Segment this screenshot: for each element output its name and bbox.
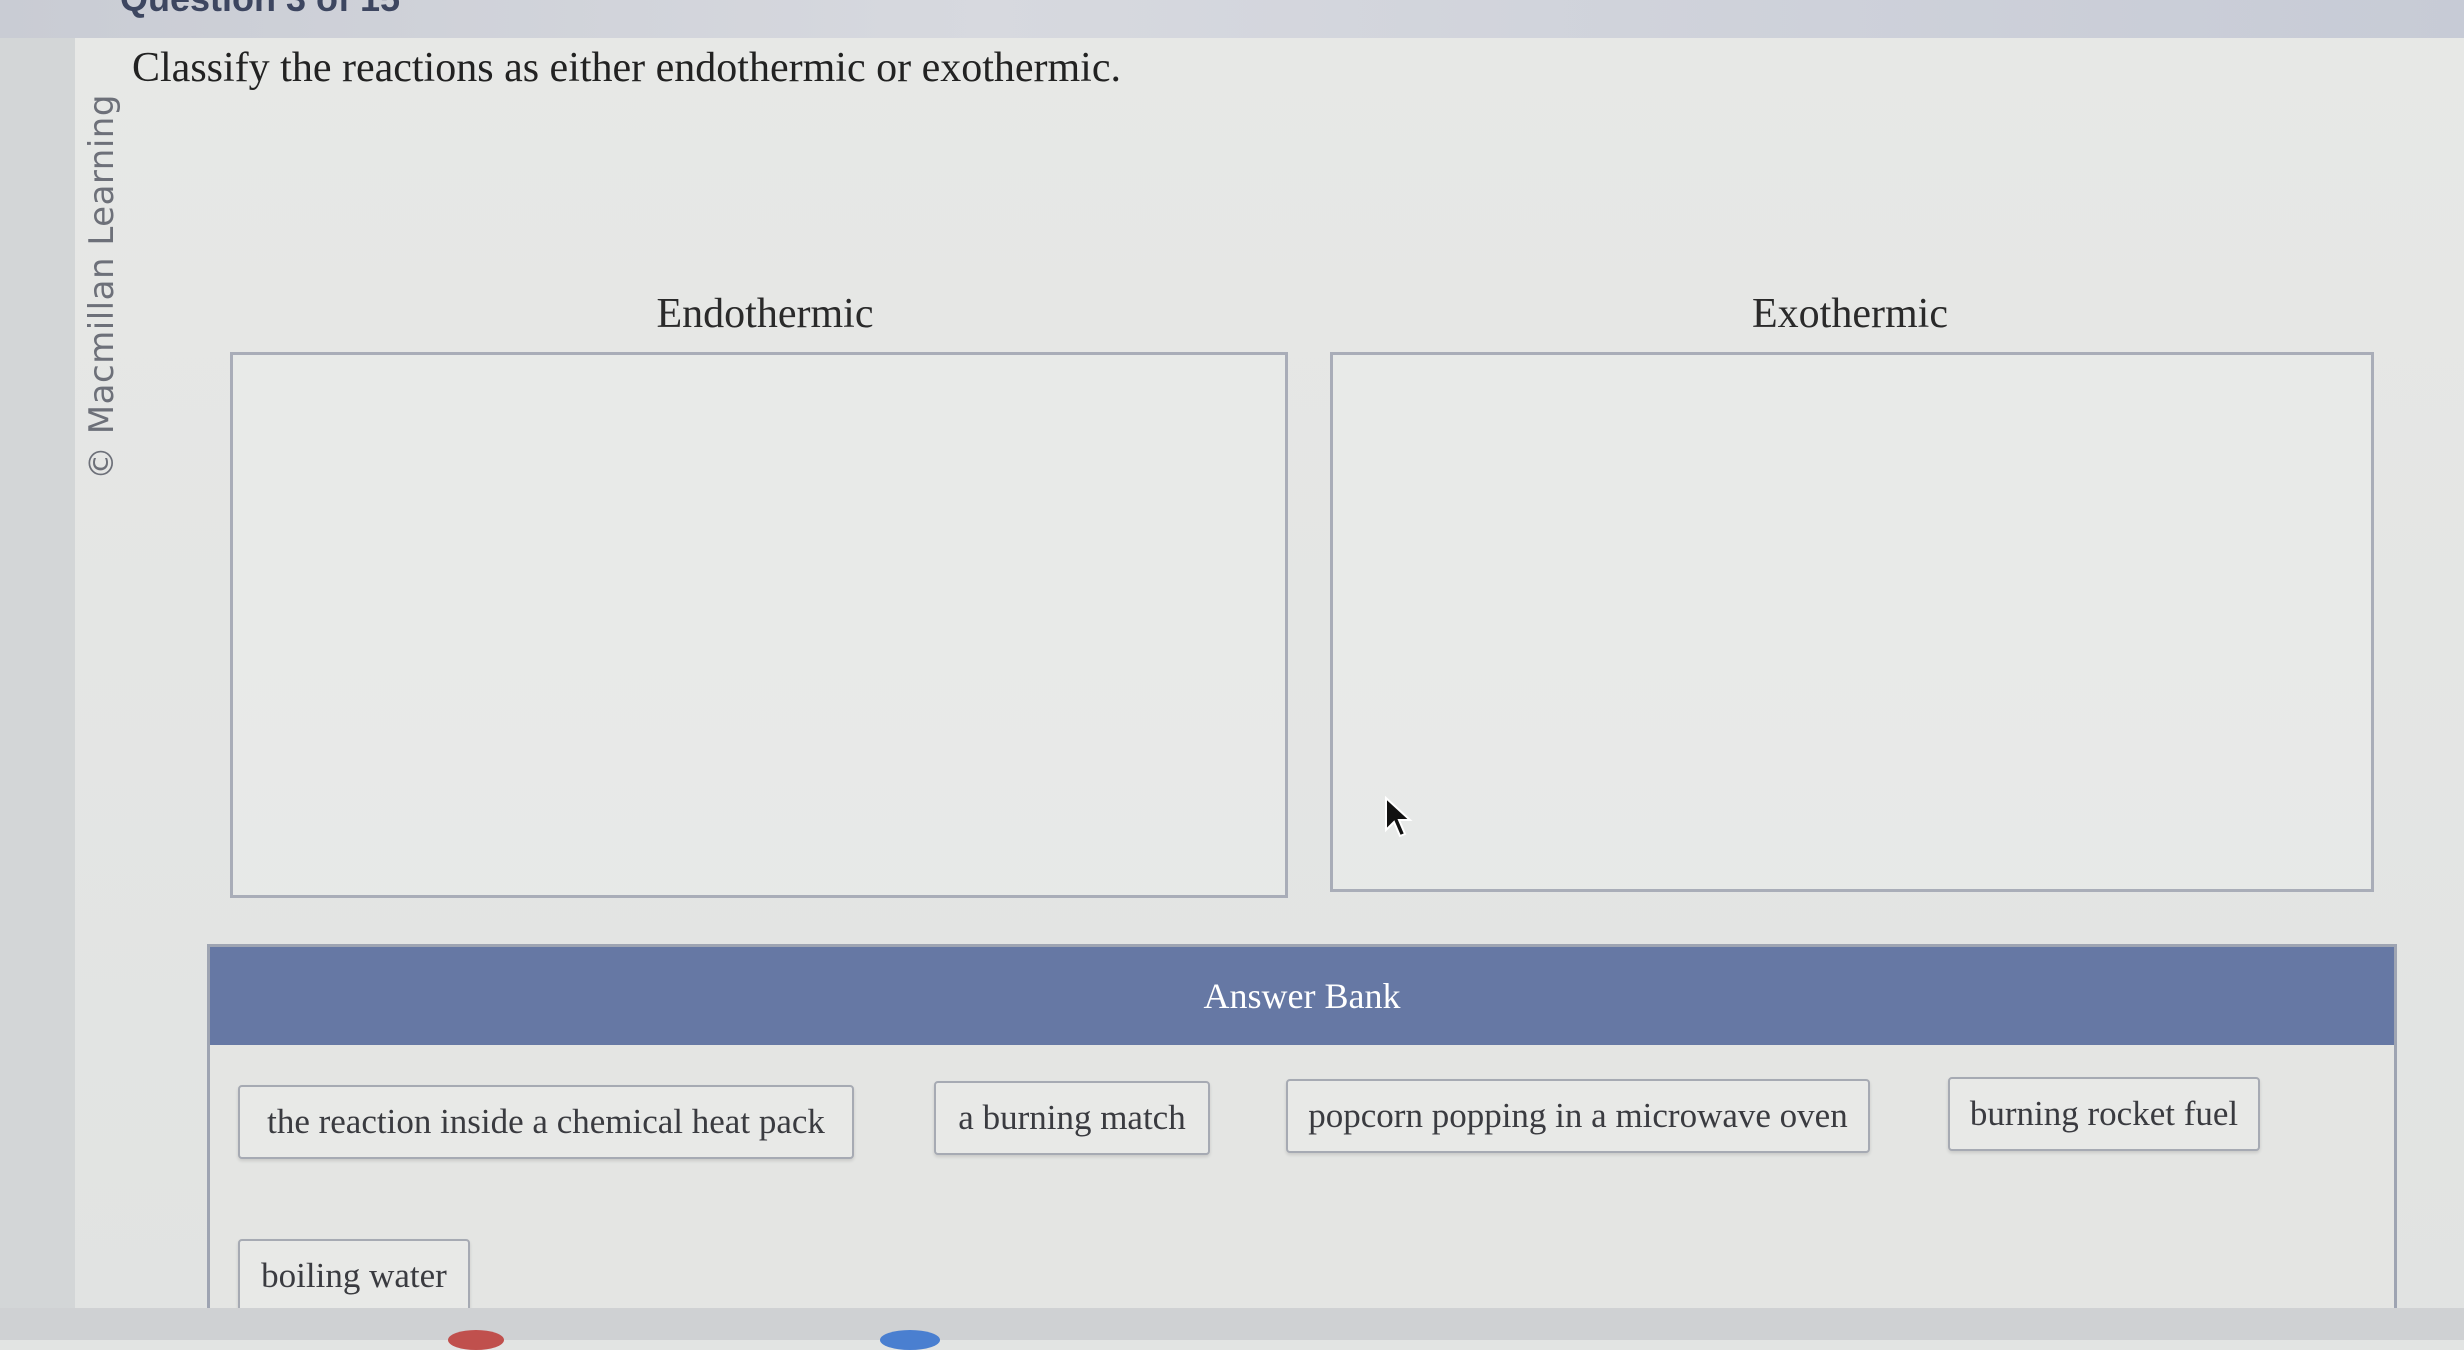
blue-indicator-icon <box>880 1330 940 1350</box>
exothermic-drop-zone[interactable] <box>1330 352 2374 892</box>
endothermic-zone-title: Endothermic <box>656 291 874 337</box>
exothermic-zone-title: Exothermic <box>1752 291 1948 337</box>
red-indicator-icon <box>448 1330 504 1350</box>
answer-bank: Answer Bank the reaction inside a chemic… <box>207 944 2397 1314</box>
answer-chip-boiling-water[interactable]: boiling water <box>238 1239 470 1313</box>
answer-bank-header: Answer Bank <box>210 947 2394 1045</box>
question-counter: Question 3 of 15 <box>120 0 400 20</box>
question-prompt: Classify the reactions as either endothe… <box>132 45 1121 91</box>
mouse-cursor-icon <box>1385 796 1413 838</box>
left-margin <box>0 38 75 1308</box>
answer-chip-burning-match[interactable]: a burning match <box>934 1081 1210 1155</box>
answer-chip-heat-pack[interactable]: the reaction inside a chemical heat pack <box>238 1085 854 1159</box>
copyright-watermark: © Macmillan Learning <box>82 94 122 480</box>
top-strip: Question 3 of 15 <box>0 0 2464 38</box>
answer-chip-rocket-fuel[interactable]: burning rocket fuel <box>1948 1077 2260 1151</box>
bottom-strip <box>0 1308 2464 1340</box>
answer-chip-popcorn[interactable]: popcorn popping in a microwave oven <box>1286 1079 1870 1153</box>
endothermic-drop-zone[interactable] <box>230 352 1288 898</box>
